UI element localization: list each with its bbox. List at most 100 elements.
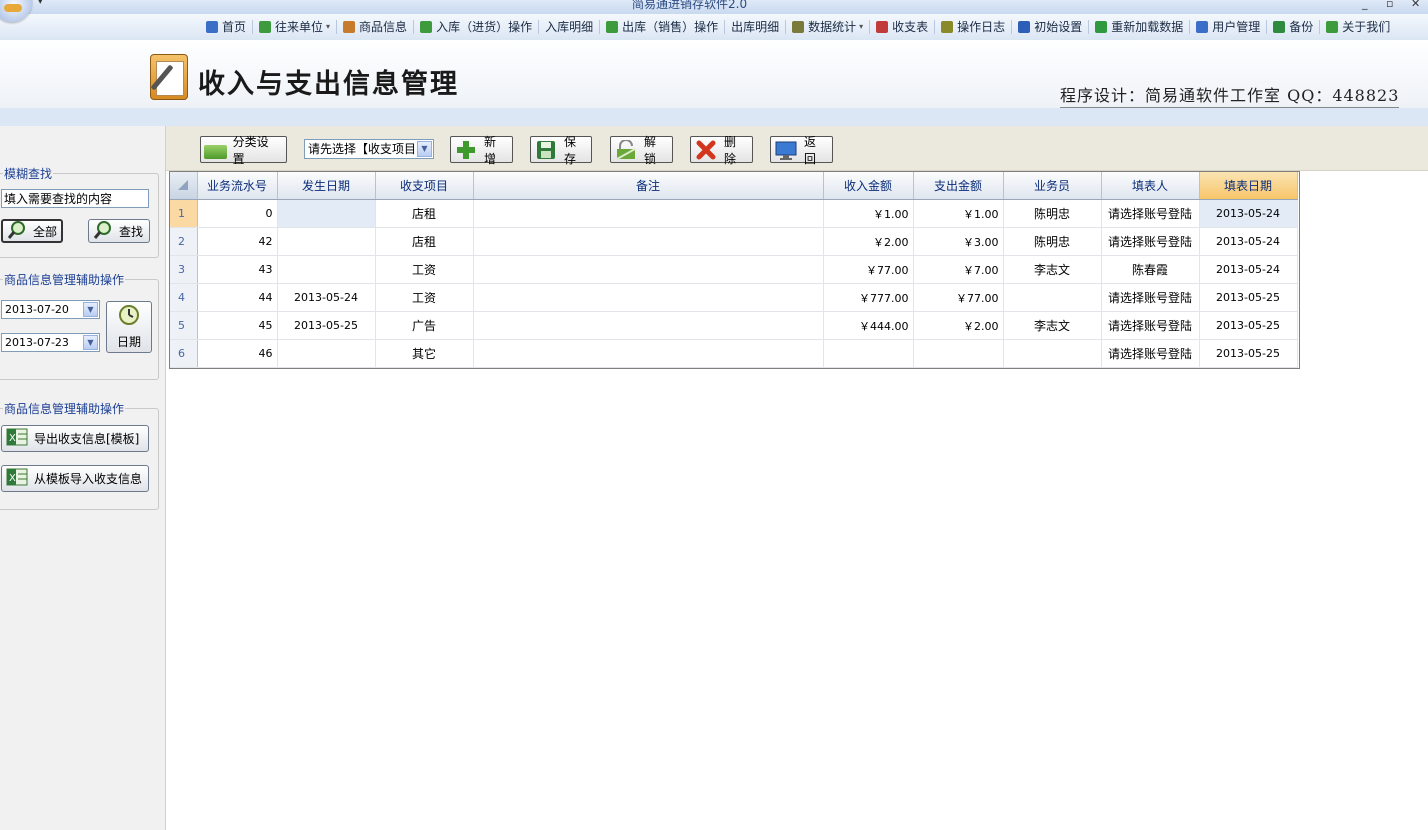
cell-date[interactable]: 2013-05-25 (277, 311, 376, 340)
cell-fill-date[interactable]: 2013-05-25 (1199, 283, 1298, 312)
chevron-down-icon[interactable]: ▼ (83, 335, 98, 350)
category-settings-button[interactable]: 分类设置 (200, 135, 287, 166)
cell-fill-date[interactable]: 2013-05-25 (1199, 311, 1298, 340)
cell-note[interactable] (473, 227, 824, 256)
cell-filler[interactable]: 请选择账号登陆 (1101, 311, 1200, 340)
cell-income[interactable]: ￥444.00 (823, 311, 914, 340)
cell-income[interactable]: ￥2.00 (823, 227, 914, 256)
menu-item-2[interactable]: 商品信息 (337, 20, 415, 34)
save-button[interactable]: 保存 (530, 135, 592, 166)
cell-income[interactable]: ￥1.00 (823, 199, 914, 228)
column-header[interactable]: 支出金额 (913, 172, 1004, 200)
add-button[interactable]: 新增 (450, 135, 513, 166)
cell-income[interactable]: ￥777.00 (823, 283, 914, 312)
cell-clerk[interactable]: 陈明忠 (1003, 199, 1102, 228)
row-header[interactable]: 6 (170, 339, 198, 368)
row-header[interactable]: 4 (170, 283, 198, 312)
table-row[interactable]: 4 44 2013-05-24 工资 ￥777.00 ￥77.00 请选择账号登陆 2013-… (170, 283, 1298, 312)
data-grid[interactable]: 业务流水号 发生日期 收支项目 备注 收入金额 支出金额 业务员 填表人 填表日期 1 0 店租 ￥1… (169, 171, 1300, 369)
cell-item[interactable]: 店租 (375, 227, 474, 256)
cell-serial[interactable]: 46 (197, 339, 278, 368)
column-header[interactable]: 发生日期 (277, 172, 376, 200)
cell-note[interactable] (473, 339, 824, 368)
column-header[interactable]: 业务流水号 (197, 172, 278, 200)
column-header[interactable]: 业务员 (1003, 172, 1102, 200)
cell-note[interactable] (473, 283, 824, 312)
cell-date[interactable] (277, 339, 376, 368)
menu-item-14[interactable]: 关于我们 (1320, 20, 1396, 34)
close-button[interactable]: ✕ (1411, 0, 1420, 10)
menu-item-4[interactable]: 入库明细 (539, 20, 601, 34)
search-input[interactable] (1, 189, 149, 208)
column-header[interactable]: 收支项目 (375, 172, 474, 200)
menu-item-3[interactable]: 入库（进货）操作 (414, 20, 540, 34)
cell-expense[interactable]: ￥7.00 (913, 255, 1004, 284)
row-header[interactable]: 1 (170, 199, 198, 228)
cell-serial[interactable]: 44 (197, 283, 278, 312)
export-template-button[interactable]: X 导出收支信息[模板] (1, 425, 149, 452)
row-header[interactable]: 3 (170, 255, 198, 284)
import-template-button[interactable]: X 从模板导入收支信息 (1, 465, 149, 492)
menu-item-6[interactable]: 出库明细 (725, 20, 787, 34)
cell-item[interactable]: 工资 (375, 255, 474, 284)
cell-expense[interactable]: ￥1.00 (913, 199, 1004, 228)
column-header[interactable]: 备注 (473, 172, 824, 200)
cell-date[interactable] (277, 227, 376, 256)
category-select[interactable]: 请先选择【收支项目 ▼ (304, 139, 434, 159)
row-header[interactable]: 2 (170, 227, 198, 256)
cell-income[interactable]: ￥77.00 (823, 255, 914, 284)
cell-date[interactable]: 2013-05-24 (277, 283, 376, 312)
cell-filler[interactable]: 请选择账号登陆 (1101, 339, 1200, 368)
menu-item-7[interactable]: 数据统计 ▾ (786, 20, 871, 34)
cell-item[interactable]: 工资 (375, 283, 474, 312)
cell-fill-date[interactable]: 2013-05-25 (1199, 339, 1298, 368)
column-header[interactable]: 收入金额 (823, 172, 914, 200)
menu-item-9[interactable]: 操作日志 (935, 20, 1013, 34)
chevron-down-icon[interactable]: ▼ (83, 302, 98, 317)
search-button[interactable]: 查找 (88, 219, 150, 243)
restore-button[interactable]: ▫ (1386, 0, 1393, 10)
cell-fill-date[interactable]: 2013-05-24 (1199, 255, 1298, 284)
cell-date[interactable] (277, 199, 376, 228)
cell-expense[interactable] (913, 339, 1004, 368)
cell-item[interactable]: 其它 (375, 339, 474, 368)
quick-access-dropdown[interactable]: ▾ (38, 0, 43, 7)
cell-fill-date[interactable]: 2013-05-24 (1199, 227, 1298, 256)
cell-fill-date[interactable]: 2013-05-24 (1199, 199, 1298, 228)
cell-item[interactable]: 店租 (375, 199, 474, 228)
cell-item[interactable]: 广告 (375, 311, 474, 340)
menu-item-1[interactable]: 往来单位 ▾ (253, 20, 338, 34)
date-filter-button[interactable]: 日期 (106, 301, 152, 353)
cell-serial[interactable]: 43 (197, 255, 278, 284)
row-header[interactable]: 5 (170, 311, 198, 340)
cell-note[interactable] (473, 311, 824, 340)
chevron-down-icon[interactable]: ▼ (417, 141, 432, 157)
cell-clerk[interactable] (1003, 339, 1102, 368)
table-row[interactable]: 3 43 工资 ￥77.00 ￥7.00 李志文 陈春霞 2013-05-24 (170, 255, 1298, 284)
cell-clerk[interactable]: 陈明忠 (1003, 227, 1102, 256)
unlock-button[interactable]: 解锁 (610, 135, 673, 166)
show-all-button[interactable]: 全部 (1, 219, 63, 243)
cell-filler[interactable]: 请选择账号登陆 (1101, 227, 1200, 256)
column-header[interactable]: 填表日期 (1199, 172, 1298, 200)
date-to-picker[interactable]: 2013-07-23 ▼ (1, 333, 100, 352)
delete-button[interactable]: 删除 (690, 135, 753, 166)
date-from-picker[interactable]: 2013-07-20 ▼ (1, 300, 100, 319)
cell-expense[interactable]: ￥3.00 (913, 227, 1004, 256)
select-all-corner[interactable] (170, 172, 198, 200)
cell-note[interactable] (473, 255, 824, 284)
column-header[interactable]: 填表人 (1101, 172, 1200, 200)
cell-filler[interactable]: 请选择账号登陆 (1101, 283, 1200, 312)
cell-clerk[interactable]: 李志文 (1003, 311, 1102, 340)
table-row[interactable]: 2 42 店租 ￥2.00 ￥3.00 陈明忠 请选择账号登陆 2013-05-24 (170, 227, 1298, 256)
cell-filler[interactable]: 陈春霞 (1101, 255, 1200, 284)
cell-serial[interactable]: 0 (197, 199, 278, 228)
menu-item-0[interactable]: 首页 (200, 20, 254, 34)
cell-clerk[interactable] (1003, 283, 1102, 312)
cell-clerk[interactable]: 李志文 (1003, 255, 1102, 284)
cell-expense[interactable]: ￥2.00 (913, 311, 1004, 340)
minimize-button[interactable]: _ (1362, 0, 1368, 10)
menu-item-11[interactable]: 重新加载数据 (1089, 20, 1191, 34)
back-button[interactable]: 返回 (770, 135, 833, 166)
menu-item-13[interactable]: 备份 (1267, 20, 1321, 34)
